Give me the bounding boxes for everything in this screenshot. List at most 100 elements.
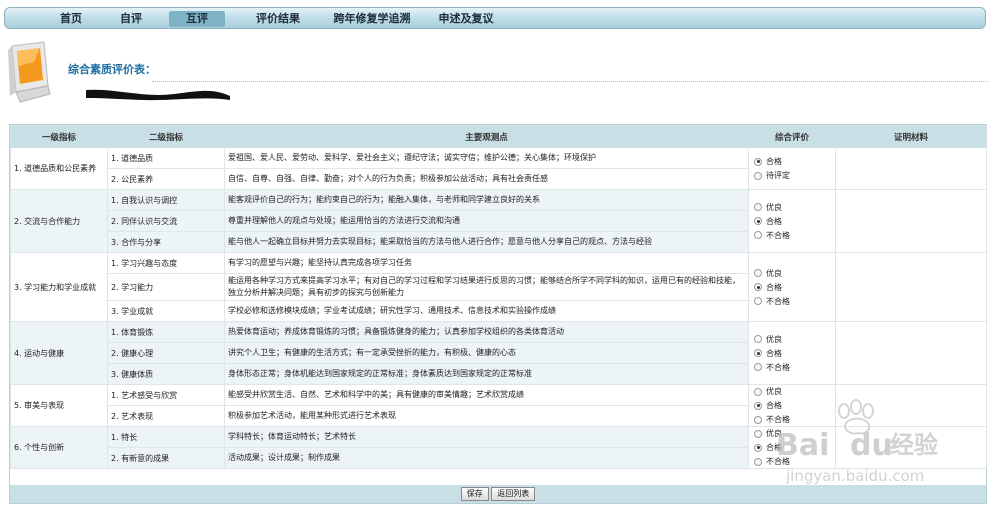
proof-cell bbox=[835, 252, 987, 322]
header-proof: 证明材料 bbox=[835, 125, 987, 148]
radio-option[interactable]: 不合格 bbox=[754, 229, 832, 241]
save-button[interactable]: 保存 bbox=[460, 487, 489, 501]
radio-label: 合格 bbox=[766, 157, 782, 166]
watermark-brand: Bai bbox=[776, 428, 829, 463]
level2-cell: 1. 自我认识与调控 bbox=[107, 189, 225, 211]
radio-option[interactable]: 优良 bbox=[754, 267, 832, 279]
header-level1: 一级指标 bbox=[10, 125, 108, 148]
observation-cell: 有学习的愿望与兴趣；能坚持认真完成各项学习任务 bbox=[224, 252, 749, 274]
level1-cell: 5. 审美与表现 bbox=[10, 384, 108, 427]
proof-cell bbox=[835, 189, 987, 253]
radio-button[interactable] bbox=[754, 171, 762, 180]
radio-label: 优良 bbox=[766, 334, 782, 344]
radio-option[interactable]: 不合格 bbox=[754, 361, 832, 373]
observation-cell: 热爱体育运动；养成体育锻炼的习惯；具备锻炼健身的能力；认真参加学校组织的各类体育… bbox=[224, 321, 749, 343]
radio-button[interactable] bbox=[754, 283, 762, 291]
header-observation: 主要观测点 bbox=[224, 125, 749, 148]
radio-button[interactable] bbox=[754, 231, 762, 239]
divider bbox=[152, 81, 988, 82]
header-level2: 二级指标 bbox=[107, 125, 225, 148]
radio-label: 合格 bbox=[766, 216, 782, 226]
level2-cell: 2. 公民素养 bbox=[107, 168, 225, 190]
rating-cell: 优良 合格 不合格 bbox=[748, 189, 836, 253]
level2-cell: 3. 合作与分享 bbox=[107, 231, 225, 253]
radio-label: 优良 bbox=[766, 202, 782, 212]
radio-option[interactable]: 合格 bbox=[754, 156, 832, 168]
monitor-icon bbox=[8, 41, 51, 103]
radio-label: 合格 bbox=[766, 348, 782, 358]
radio-button[interactable] bbox=[754, 363, 762, 371]
back-to-list-button[interactable]: 返回列表 bbox=[491, 487, 536, 501]
redacted-name-scribble bbox=[86, 89, 230, 101]
observation-cell: 学科特长；体育运动特长；艺术特长 bbox=[224, 426, 749, 448]
radio-button[interactable] bbox=[754, 349, 762, 357]
nav-self-eval[interactable]: 自评 bbox=[111, 11, 151, 27]
level2-cell: 1. 艺术感受与欣赏 bbox=[107, 384, 225, 406]
nav-cross-year-trace[interactable]: 跨年修复学追溯 bbox=[323, 11, 421, 27]
level2-cell: 3. 学业成就 bbox=[107, 300, 225, 322]
level2-cell: 1. 特长 bbox=[107, 426, 225, 448]
level2-cell: 1. 道德品质 bbox=[107, 147, 225, 169]
top-nav: 首页 自评 互评 评价结果 跨年修复学追溯 申述及复议 bbox=[4, 7, 986, 29]
level1-cell: 6. 个性与创新 bbox=[10, 426, 108, 469]
radio-option[interactable]: 优良 bbox=[754, 333, 832, 345]
radio-label: 不合格 bbox=[766, 362, 790, 372]
observation-cell: 身体形态正常；身体机能达到国家规定的正常标准；身体素质达到国家规定的正常标准 bbox=[224, 363, 749, 385]
radio-label: 待评定 bbox=[766, 171, 790, 180]
level1-cell: 1. 道德品质和公民素养 bbox=[10, 147, 108, 190]
button-bar: 保存 返回列表 bbox=[10, 485, 986, 503]
radio-button[interactable] bbox=[754, 387, 762, 396]
rating-cell: 优良 合格 不合格 bbox=[748, 321, 836, 385]
level2-cell: 3. 健康体质 bbox=[107, 363, 225, 385]
observation-cell: 能感受并欣赏生活、自然、艺术和科学中的美；具有健康的审美情趣；艺术欣赏成绩 bbox=[224, 384, 749, 406]
observation-cell: 活动成果；设计成果；制作成果 bbox=[224, 447, 749, 469]
level2-cell: 2. 健康心理 bbox=[107, 342, 225, 364]
header-rating: 综合评价 bbox=[748, 125, 836, 148]
rating-cell: 优良 合格 不合格 bbox=[748, 252, 836, 322]
observation-cell: 尊重并理解他人的观点与处境；能运用恰当的方法进行交流和沟通 bbox=[224, 210, 749, 232]
watermark-url: jingyan.baidu.com bbox=[785, 467, 924, 485]
level2-cell: 1. 学习兴趣与态度 bbox=[107, 252, 225, 274]
rating-cell: 合格 待评定 bbox=[748, 147, 836, 190]
radio-button[interactable] bbox=[754, 443, 762, 452]
nav-appeal[interactable]: 申述及复议 bbox=[425, 11, 507, 27]
level2-cell: 1. 体育锻炼 bbox=[107, 321, 225, 343]
proof-cell bbox=[835, 321, 987, 385]
radio-button[interactable] bbox=[754, 415, 762, 424]
radio-button[interactable] bbox=[754, 457, 762, 466]
radio-button[interactable] bbox=[754, 401, 762, 410]
proof-cell bbox=[835, 147, 987, 190]
observation-cell: 积极参加艺术活动，能用某种形式进行艺术表现 bbox=[224, 405, 749, 427]
observation-cell: 爱祖国、爱人民、爱劳动、爱科学、爱社会主义；遵纪守法；诚实守信；维护公德；关心集… bbox=[224, 147, 749, 169]
radio-button[interactable] bbox=[754, 429, 762, 438]
nav-home[interactable]: 首页 bbox=[51, 11, 91, 27]
observation-cell: 能客观评价自己的行为；能约束自己的行为；能融入集体，与老师和同学建立良好的关系 bbox=[224, 189, 749, 211]
radio-option[interactable]: 待评定 bbox=[754, 170, 832, 182]
radio-label: 优良 bbox=[766, 387, 782, 396]
radio-option[interactable]: 优良 bbox=[754, 201, 832, 213]
observation-cell: 学校必修和选修模块成绩；学业考试成绩；研究性学习、通用技术、信息技术和实验操作成… bbox=[224, 300, 749, 322]
radio-option[interactable]: 合格 bbox=[754, 215, 832, 227]
radio-label: 合格 bbox=[766, 282, 782, 292]
watermark-brand2: 经验 bbox=[890, 431, 938, 459]
level1-cell: 3. 学习能力和学业成就 bbox=[10, 252, 108, 322]
level2-cell: 2. 艺术表现 bbox=[107, 405, 225, 427]
level2-cell: 2. 同伴认识与交流 bbox=[107, 210, 225, 232]
radio-button[interactable] bbox=[754, 203, 762, 211]
level2-cell: 2. 有新意的成果 bbox=[107, 447, 225, 469]
radio-button[interactable] bbox=[754, 269, 762, 277]
radio-button[interactable] bbox=[754, 217, 762, 225]
baidu-jingyan-watermark: Bai du 经验 jingyan.baidu.com bbox=[776, 399, 938, 485]
radio-button[interactable] bbox=[754, 157, 762, 166]
radio-option[interactable]: 合格 bbox=[754, 347, 832, 359]
radio-option[interactable]: 合格 bbox=[754, 281, 832, 293]
svg-text:du: du bbox=[850, 428, 893, 463]
nav-peer-eval[interactable]: 互评 bbox=[169, 11, 225, 27]
radio-button[interactable] bbox=[754, 297, 762, 305]
observation-cell: 自信、自尊、自强、自律、勤奋；对个人的行为负责；积极参加公益活动；具有社会责任感 bbox=[224, 168, 749, 190]
radio-button[interactable] bbox=[754, 335, 762, 343]
radio-option[interactable]: 优良 bbox=[754, 386, 832, 398]
level2-cell: 2. 学习能力 bbox=[107, 273, 225, 301]
radio-option[interactable]: 不合格 bbox=[754, 295, 832, 307]
nav-eval-results[interactable]: 评价结果 bbox=[245, 11, 311, 27]
